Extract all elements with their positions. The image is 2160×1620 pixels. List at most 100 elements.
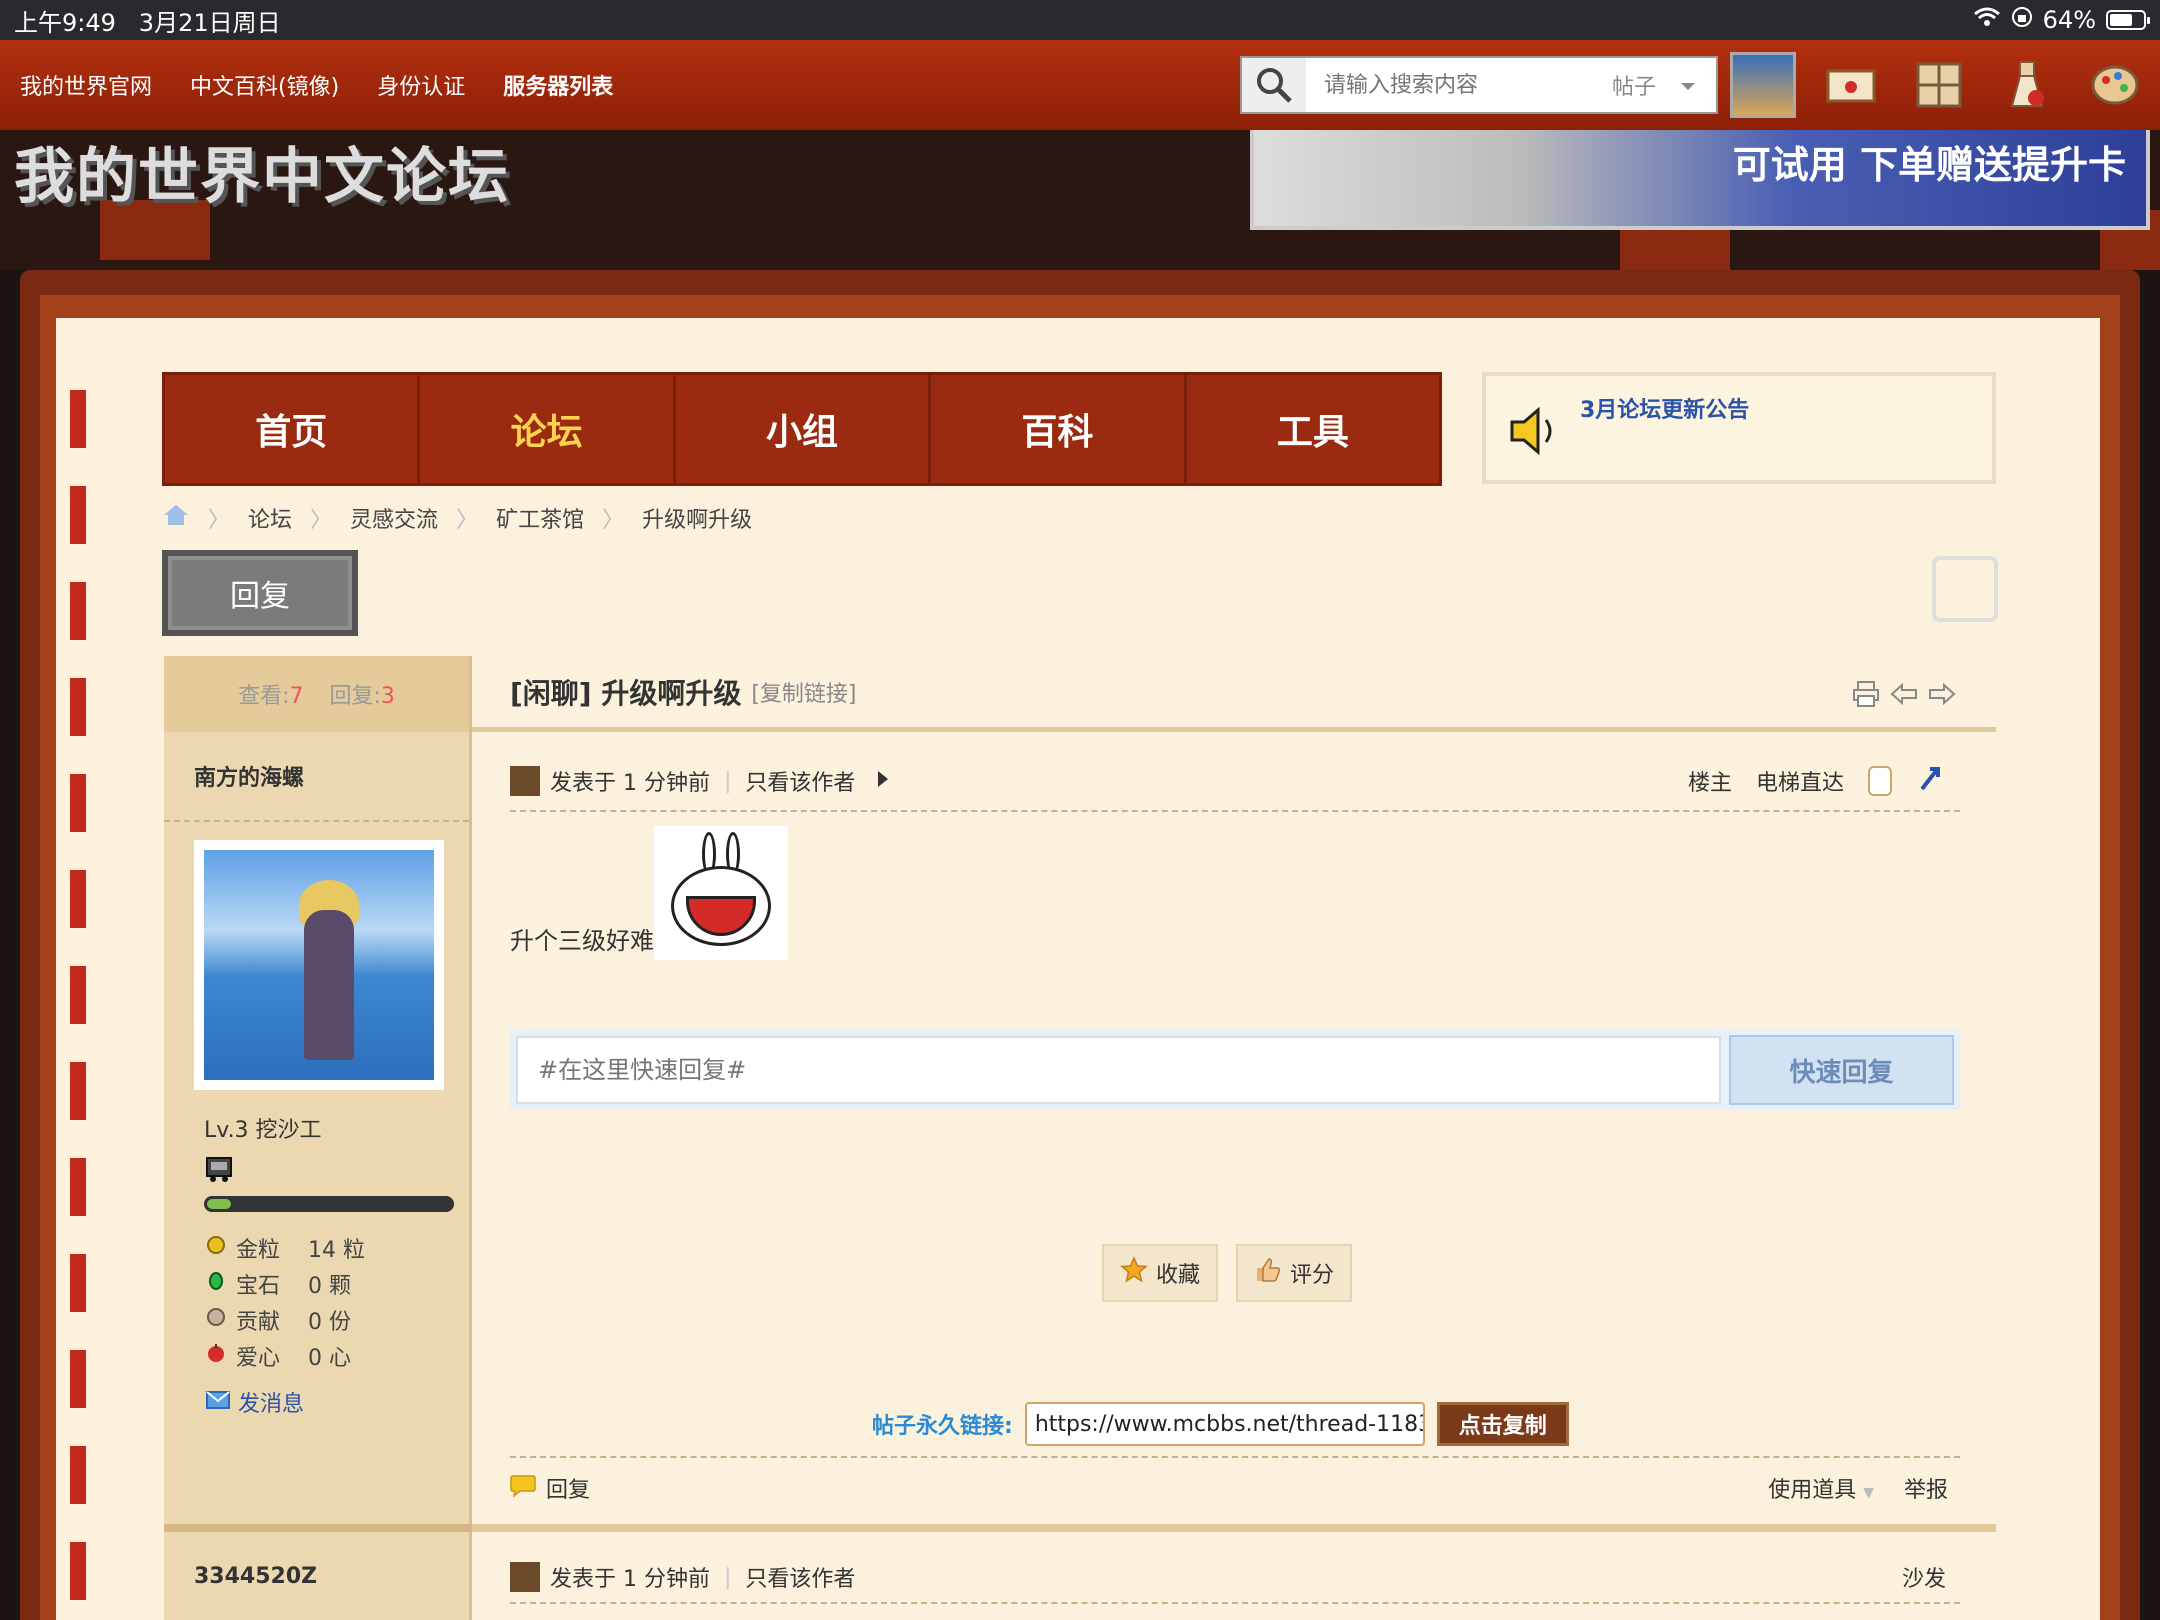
permalink-input[interactable]: [1024, 1402, 1425, 1446]
battery-icon: [2106, 10, 2150, 30]
property-value: 14 粒: [308, 1238, 365, 1263]
search-scope-value: 帖子: [1612, 75, 1657, 100]
property-label: 宝石: [236, 1274, 281, 1299]
notice-title[interactable]: 3月论坛更新公告: [1580, 392, 1749, 424]
post-content: 升个三级好难: [510, 826, 788, 960]
elevator-input[interactable]: [1868, 766, 1892, 796]
elevator-go-icon[interactable]: [1916, 763, 1946, 799]
author-properties: 金粒 14 粒 宝石 0 颗 贡献 0 份 爱心 0 心: [206, 1230, 469, 1374]
post-divider: [472, 1524, 1996, 1532]
breadcrumb: 〉 论坛 〉 灵感交流 〉 矿工茶馆 〉 升级啊升级: [162, 502, 752, 534]
reply-floor-label: 沙发: [1901, 1567, 1946, 1592]
reply-button[interactable]: 回复: [162, 550, 358, 636]
top-link-auth[interactable]: 身份认证: [377, 69, 465, 101]
battery-percent: 64%: [2042, 6, 2096, 34]
post-meta: 发表于 1 分钟前 | 只看该作者 楼主 电梯直达: [510, 752, 1960, 812]
rate-label: 评分: [1289, 1263, 1334, 1288]
top-link-servers[interactable]: 服务器列表: [503, 69, 613, 101]
post-text: 升个三级好难: [510, 927, 654, 955]
forum-logo[interactable]: 我的世界中文论坛: [14, 130, 510, 215]
only-author-link[interactable]: 只看该作者: [745, 765, 855, 797]
breadcrumb-inspiration[interactable]: 灵感交流: [350, 502, 438, 534]
breadcrumb-thread[interactable]: 升级啊升级: [642, 502, 752, 534]
reply-only-author-link[interactable]: 只看该作者: [745, 1561, 855, 1593]
property-label: 金粒: [236, 1238, 281, 1263]
quick-reply-button[interactable]: 快速回复: [1728, 1035, 1954, 1105]
thread-stats: 查看:7 回复:3: [164, 656, 469, 732]
send-message-label: 发消息: [238, 1392, 305, 1417]
post-area: [闲聊] 升级啊升级 [复制链接] 发表于 1 分钟前 | 只看该作者 楼主 电…: [472, 656, 1996, 1620]
heart-apple-icon: [206, 1343, 226, 1369]
nav-forum[interactable]: 论坛: [420, 375, 676, 483]
rate-button[interactable]: 评分: [1236, 1244, 1352, 1302]
search-icon[interactable]: [1242, 58, 1306, 112]
print-icon[interactable]: [1852, 680, 1880, 712]
property-row: 金粒 14 粒: [206, 1230, 469, 1266]
mail-icon: [206, 1390, 230, 1415]
copy-link[interactable]: [复制链接]: [751, 676, 856, 708]
play-icon[interactable]: [877, 769, 889, 794]
user-avatar-icon[interactable]: [1730, 52, 1796, 118]
next-thread-icon[interactable]: [1928, 680, 1956, 712]
property-label: 爱心: [236, 1346, 281, 1371]
author-sidebar: 查看:7 回复:3 南方的海螺 Lv.3 挖沙工 金粒 14 粒 宝石 0 颗 …: [164, 656, 472, 1620]
meta-divider: |: [723, 1564, 732, 1590]
speaker-icon: [1508, 406, 1560, 460]
top-link-wiki[interactable]: 中文百科(镜像): [190, 69, 339, 101]
status-bar: 上午9:49 3月21日周日 64%: [0, 0, 2160, 40]
status-time: 上午9:49: [14, 8, 116, 37]
scroll-icon[interactable]: [1932, 556, 1998, 622]
reply-link[interactable]: 回复: [546, 1472, 590, 1504]
search-scope-select[interactable]: 帖子: [1606, 69, 1696, 101]
copy-permalink-button[interactable]: 点击复制: [1436, 1402, 1569, 1446]
nav-wiki[interactable]: 百科: [931, 375, 1187, 483]
post-divider: [164, 1524, 472, 1532]
home-icon[interactable]: [162, 503, 190, 533]
replies-stat: 回复:3: [330, 678, 395, 710]
post-time: 发表于 1 分钟前: [550, 771, 710, 796]
author-level[interactable]: Lv.3 挖沙工: [204, 1112, 469, 1144]
report-link[interactable]: 举报: [1904, 1472, 1948, 1504]
breadcrumb-forum[interactable]: 论坛: [248, 502, 292, 534]
top-links: 我的世界官网 中文百科(镜像) 身份认证 服务器列表: [0, 69, 613, 101]
top-nav: 我的世界官网 中文百科(镜像) 身份认证 服务器列表 帖子: [0, 40, 2160, 130]
favorite-button[interactable]: 收藏: [1102, 1244, 1218, 1302]
nav-group[interactable]: 小组: [676, 375, 932, 483]
send-message-link[interactable]: 发消息: [206, 1386, 469, 1418]
quick-reply-bar: 快速回复: [510, 1030, 1960, 1110]
potion-icon[interactable]: [1994, 52, 2060, 118]
author-name[interactable]: 南方的海螺: [164, 732, 469, 822]
avatar[interactable]: [194, 840, 444, 1090]
meta-divider: |: [723, 768, 732, 794]
message-icon[interactable]: [1818, 52, 1884, 118]
post-footer: 回复 使用道具 ▼ 举报: [510, 1456, 1960, 1518]
breadcrumb-teahouse[interactable]: 矿工茶馆: [496, 502, 584, 534]
chevron-down-icon: [1680, 73, 1696, 98]
property-row: 贡献 0 份: [206, 1302, 469, 1338]
rabbit-emoji-image: [654, 826, 788, 960]
top-link-official[interactable]: 我的世界官网: [20, 69, 152, 101]
property-value: 0 颗: [308, 1274, 351, 1299]
replies-count: 3: [380, 684, 395, 709]
property-row: 宝石 0 颗: [206, 1266, 469, 1302]
reply-author-name[interactable]: 3344520Z: [194, 1564, 317, 1589]
nav-tools[interactable]: 工具: [1187, 375, 1439, 483]
nav-home[interactable]: 首页: [165, 375, 421, 483]
previous-thread-icon[interactable]: [1890, 680, 1918, 712]
post-actions: 收藏 评分: [1102, 1244, 1352, 1302]
property-value: 0 心: [308, 1346, 351, 1371]
quick-reply-input[interactable]: [516, 1036, 1721, 1104]
use-tool-link[interactable]: 使用道具 ▼: [1768, 1472, 1874, 1504]
search-input[interactable]: [1306, 61, 1606, 109]
use-tool-label: 使用道具: [1768, 1478, 1857, 1503]
ad-banner[interactable]: 可试用 下单赠送提升卡: [1250, 130, 2150, 230]
palette-icon[interactable]: [2082, 52, 2148, 118]
property-row: 爱心 0 心: [206, 1338, 469, 1374]
wifi-icon: [1973, 6, 2001, 34]
floor-label: 楼主: [1687, 771, 1732, 796]
star-icon: [1120, 1256, 1148, 1290]
main-nav: 首页 论坛 小组 百科 工具: [162, 372, 1442, 486]
crafting-icon[interactable]: [1906, 52, 1972, 118]
breadcrumb-sep: 〉: [310, 508, 333, 533]
permalink-label: 帖子永久链接:: [872, 1414, 1013, 1439]
